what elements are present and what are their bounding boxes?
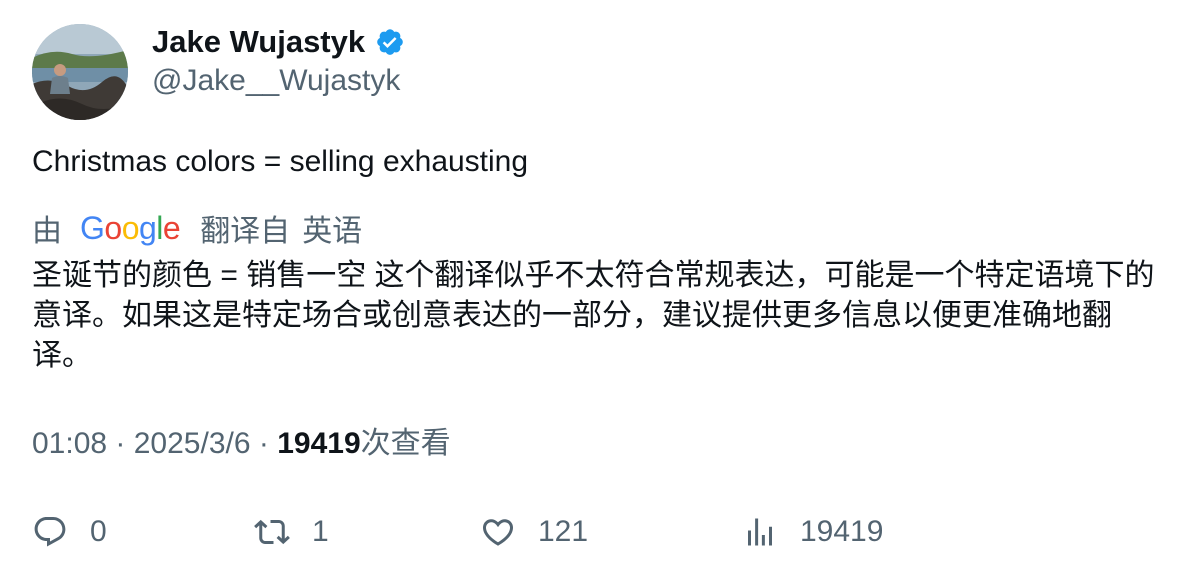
reply-button[interactable]: 0 xyxy=(32,508,107,556)
translation-attribution: 由 Google 翻译自 英语 xyxy=(32,206,362,250)
views-label: 次查看 xyxy=(360,427,451,460)
translated-from-label: 翻译自 xyxy=(200,215,291,248)
analytics-bar-icon xyxy=(742,514,778,550)
source-language: 英语 xyxy=(302,215,363,248)
like-count: 121 xyxy=(538,515,589,548)
tweet-date[interactable]: 2025/3/6 xyxy=(134,427,251,460)
translated-by-label: 由 xyxy=(32,215,62,248)
tweet-metadata: 01:08 · 2025/3/6 · 19419次查看 xyxy=(32,424,451,464)
translated-text: 圣诞节的颜色 = 销售一空 这个翻译似乎不太符合常规表达，可能是一个特定语境下的… xyxy=(32,259,1155,372)
like-button[interactable]: 121 xyxy=(480,508,588,556)
views-action-count: 19419 xyxy=(800,515,884,548)
author-handle[interactable]: @Jake__Wujastyk xyxy=(152,62,400,100)
meta-separator: · xyxy=(250,427,278,460)
author-display-name[interactable]: Jake Wujastyk xyxy=(152,22,365,62)
action-bar: 0 1 121 19419 xyxy=(32,508,1162,556)
retweet-count: 1 xyxy=(312,515,329,548)
reply-count: 0 xyxy=(90,515,107,548)
google-logo[interactable]: Google xyxy=(80,206,181,250)
reply-icon xyxy=(32,514,68,550)
verified-badge-icon[interactable] xyxy=(375,27,405,57)
tweet-text: Christmas colors = selling exhausting xyxy=(32,145,529,178)
avatar[interactable] xyxy=(32,24,128,120)
views-button[interactable]: 19419 xyxy=(742,508,883,556)
author-name-row: Jake Wujastyk xyxy=(152,22,405,62)
views-count: 19419 xyxy=(277,427,361,460)
retweet-button[interactable]: 1 xyxy=(254,508,329,556)
tweet-time[interactable]: 01:08 xyxy=(32,427,107,460)
meta-separator: · xyxy=(107,427,134,460)
retweet-icon xyxy=(254,514,290,550)
heart-icon xyxy=(480,514,516,550)
